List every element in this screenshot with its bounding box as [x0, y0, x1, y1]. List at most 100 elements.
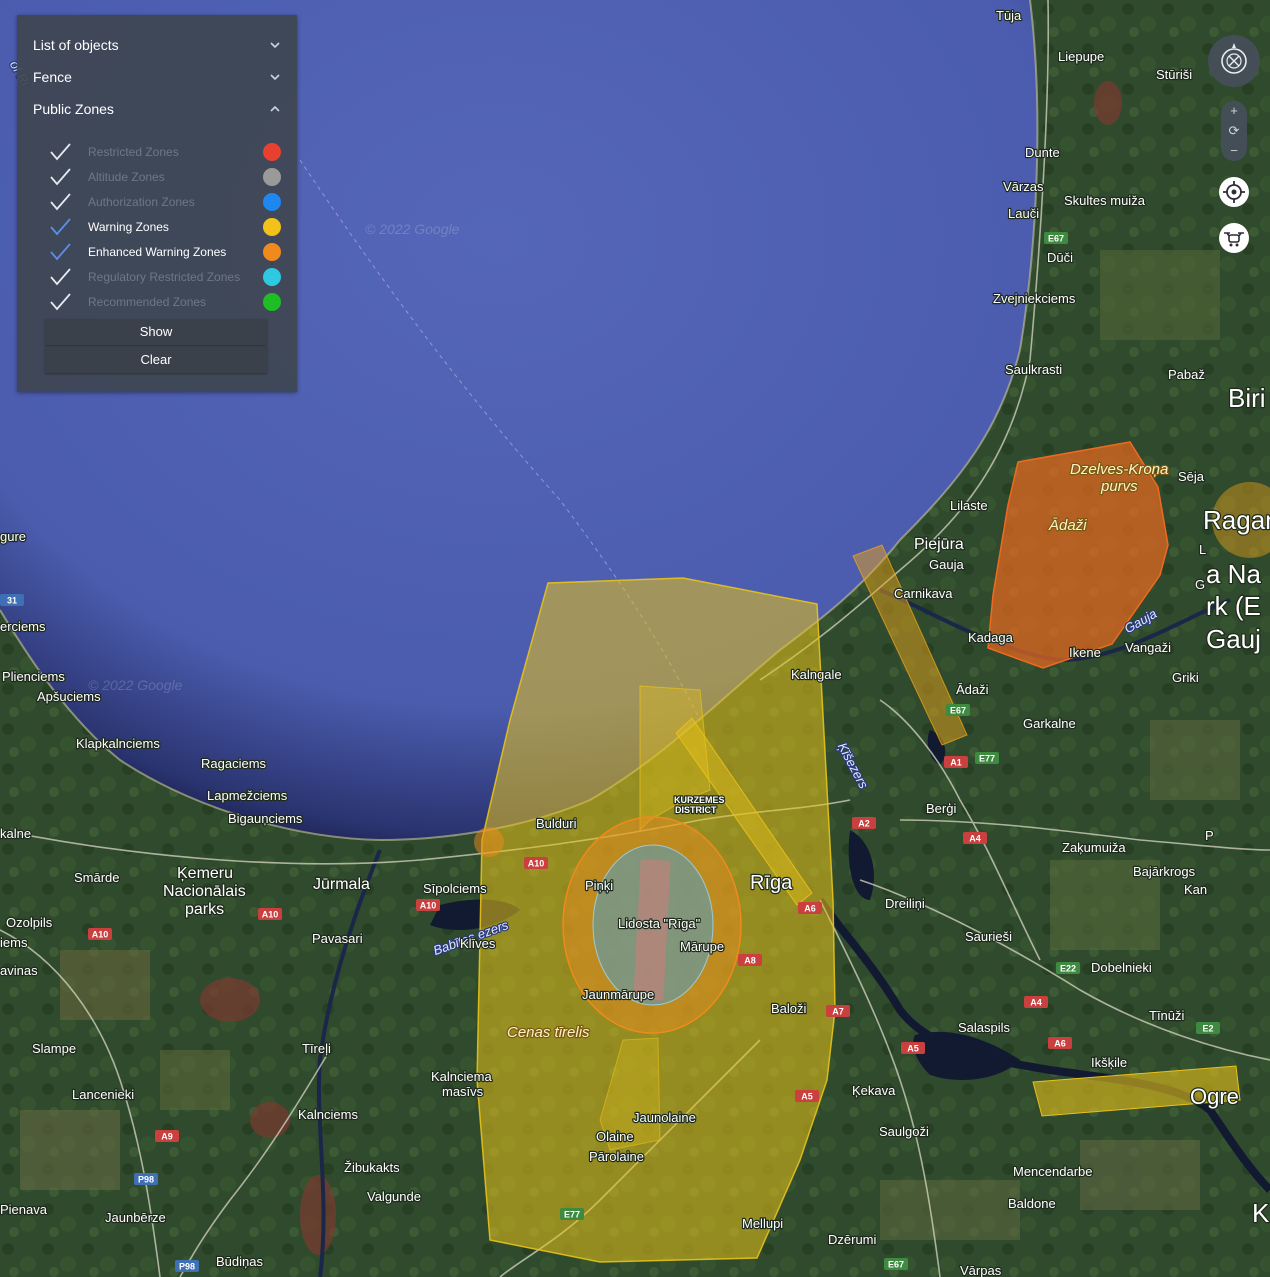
show-button[interactable]: Show	[45, 319, 267, 345]
place-label: Ozolpils	[6, 915, 53, 930]
place-label: avinas	[0, 963, 38, 978]
zoom-in-button[interactable]: +	[1221, 101, 1247, 121]
locate-button[interactable]	[1219, 177, 1249, 207]
place-label: Ikšķile	[1091, 1055, 1127, 1070]
place-label: Baloži	[771, 1001, 807, 1016]
checkmark-icon[interactable]	[47, 266, 73, 288]
road-number: A10	[528, 859, 545, 869]
place-label: Sīpolciems	[423, 881, 487, 896]
road-shield: P98	[134, 1173, 158, 1185]
drone-icon	[1224, 232, 1244, 247]
place-label: Saulkrasti	[1005, 362, 1062, 377]
section-label: List of objects	[33, 37, 119, 53]
checkmark-icon[interactable]	[47, 291, 73, 313]
enhanced-warning-zone-jurmala[interactable]	[474, 827, 504, 857]
zone-color-dot	[263, 243, 281, 261]
place-label: Berģi	[926, 801, 956, 816]
rotate-button[interactable]: ⟳	[1221, 121, 1247, 141]
place-label: Saurieši	[965, 929, 1012, 944]
road-number: A6	[1054, 1039, 1066, 1049]
place-label: Biri	[1228, 383, 1266, 413]
road-number: E22	[1060, 964, 1076, 974]
place-label: Dunte	[1025, 145, 1060, 160]
place-label: Dzērumi	[828, 1232, 877, 1247]
place-label: Liepupe	[1058, 49, 1104, 64]
road-number: A4	[969, 834, 981, 844]
place-label: Mellupi	[742, 1216, 783, 1231]
place-label: parks	[185, 901, 224, 918]
public-zones-toggle[interactable]: Public Zones	[17, 95, 297, 125]
place-label: Jaunmārupe	[582, 987, 654, 1002]
zone-filter-row[interactable]: Warning Zones	[47, 216, 287, 238]
place-label: Gauj	[1206, 624, 1261, 654]
place-label: Lapmežciems	[207, 788, 288, 803]
checkmark-icon[interactable]	[47, 241, 73, 263]
clear-button[interactable]: Clear	[45, 347, 267, 373]
place-label: Pavasari	[312, 931, 363, 946]
place-label: Lilaste	[950, 498, 988, 513]
zone-filter-row[interactable]: Restricted Zones	[47, 141, 287, 163]
map-watermark: © 2022 Google	[365, 221, 460, 237]
drone-button[interactable]	[1219, 223, 1249, 253]
road-number: A5	[801, 1092, 813, 1102]
road-number: E67	[950, 706, 966, 716]
place-label: Carnikava	[894, 586, 953, 601]
place-label: Skultes muiža	[1064, 193, 1146, 208]
place-label: Slampe	[32, 1041, 76, 1056]
road-shield: A8	[738, 954, 762, 966]
place-label: Baldone	[1008, 1196, 1056, 1211]
list-of-objects-toggle[interactable]: List of objects	[17, 31, 297, 61]
place-label: erciems	[0, 619, 46, 634]
place-label: Smārde	[74, 870, 120, 885]
road-shield: A1	[944, 756, 968, 768]
checkmark-icon[interactable]	[47, 191, 73, 213]
zone-filter-row[interactable]: Authorization Zones	[47, 191, 287, 213]
place-label: Saulgoži	[879, 1124, 929, 1139]
place-label: Lancenieki	[72, 1087, 134, 1102]
road-shield: A10	[416, 899, 440, 911]
place-label: kalne	[0, 826, 31, 841]
place-label: Ragan	[1203, 505, 1270, 535]
checkmark-icon[interactable]	[47, 141, 73, 163]
chevron-down-icon	[270, 42, 280, 49]
map-watermark: © 2022 Google	[88, 677, 183, 693]
place-label: Dreiliņi	[885, 896, 925, 911]
zone-color-dot	[263, 168, 281, 186]
place-label: a Na	[1206, 559, 1261, 589]
checkmark-icon[interactable]	[47, 166, 73, 188]
place-label: Vārpas	[960, 1263, 1002, 1277]
place-label: Dūči	[1047, 250, 1073, 265]
chevron-down-icon	[270, 74, 280, 81]
road-number: E77	[979, 754, 995, 764]
place-label: Garkalne	[1023, 716, 1076, 731]
zone-filter-row[interactable]: Regulatory Restricted Zones	[47, 266, 287, 288]
road-shield: A10	[524, 857, 548, 869]
zone-filter-label: Enhanced Warning Zones	[88, 245, 227, 259]
road-number: A6	[804, 904, 816, 914]
chevron-up-icon	[270, 105, 280, 112]
fence-toggle[interactable]: Fence	[17, 63, 297, 93]
zone-filter-row[interactable]: Recommended Zones	[47, 291, 287, 313]
place-label: L	[1199, 542, 1206, 557]
zone-filter-label: Altitude Zones	[88, 170, 165, 184]
zoom-out-button[interactable]: −	[1221, 141, 1247, 161]
place-label: Ķekava	[852, 1083, 896, 1098]
place-label: Klīves	[460, 936, 496, 951]
zone-filter-row[interactable]: Altitude Zones	[47, 166, 287, 188]
place-label: Lauči	[1008, 206, 1039, 221]
road-number: P98	[179, 1262, 195, 1272]
place-label: Salaspils	[958, 1020, 1011, 1035]
place-label: Sēja	[1178, 469, 1205, 484]
place-label: Pabaž	[1168, 367, 1205, 382]
checkmark-icon[interactable]	[47, 216, 73, 238]
place-label: gure	[0, 529, 26, 544]
zone-filter-row[interactable]: Enhanced Warning Zones	[47, 241, 287, 263]
zoom-controls: + ⟳ −	[1221, 101, 1247, 161]
compass-button[interactable]	[1208, 35, 1260, 87]
zone-label: Ādaži	[1048, 517, 1087, 534]
road-shield: A6	[1048, 1037, 1072, 1049]
road-shield: E77	[975, 752, 999, 764]
zone-filter-label: Warning Zones	[88, 220, 169, 234]
place-label: K	[1252, 1198, 1270, 1228]
zone-color-dot	[263, 143, 281, 161]
